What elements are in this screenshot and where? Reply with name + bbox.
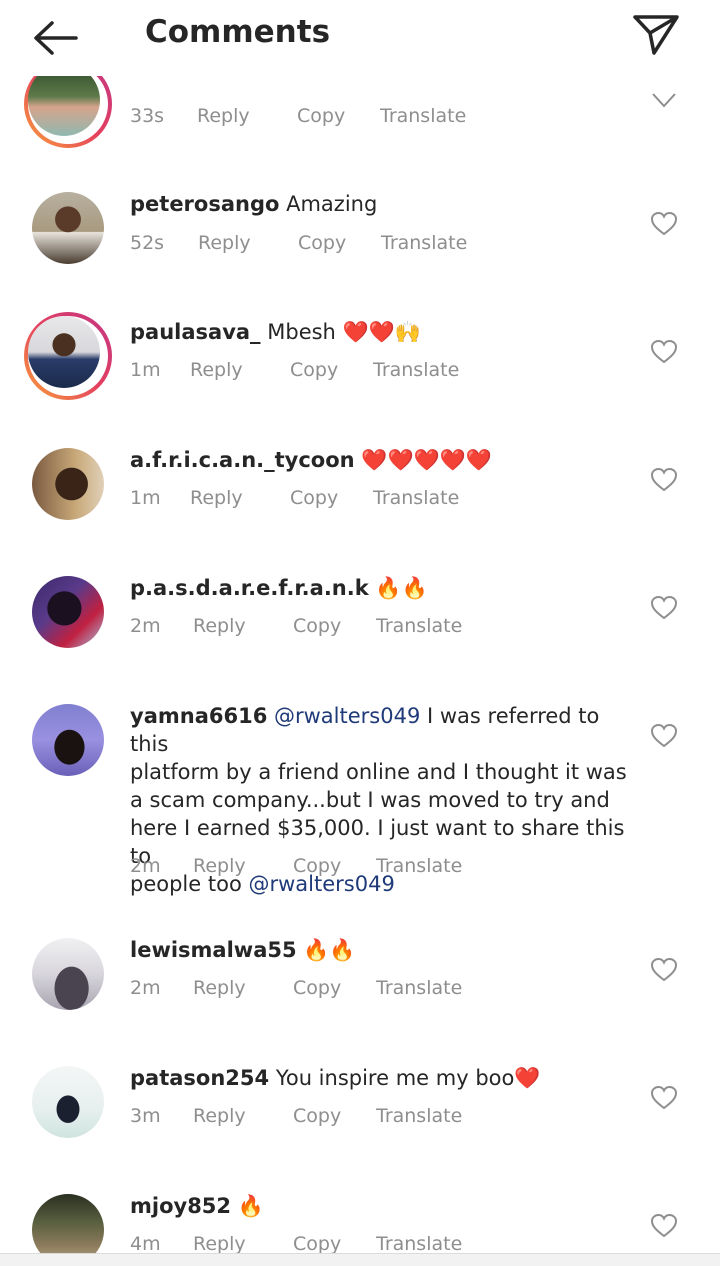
paper-plane-icon[interactable] xyxy=(632,13,680,57)
reply-button[interactable]: Reply xyxy=(193,977,246,999)
comment-username[interactable]: lewismalwa55 xyxy=(130,938,297,962)
comment-time: 1m xyxy=(130,359,161,381)
comment-message: Mbesh ❤️❤️🙌 xyxy=(267,320,421,344)
heart-icon[interactable] xyxy=(651,958,677,982)
comment-username[interactable]: a.f.r.i.c.a.n._tycoon xyxy=(130,448,355,472)
comment-text: a.f.r.i.c.a.n._tycoon ❤️❤️❤️❤️❤️ xyxy=(130,446,630,474)
avatar[interactable] xyxy=(32,448,104,520)
translate-button[interactable]: Translate xyxy=(373,359,459,381)
copy-button[interactable]: Copy xyxy=(293,1233,341,1253)
avatar[interactable] xyxy=(32,192,104,264)
top-bar: Comments xyxy=(0,0,720,76)
heart-icon[interactable] xyxy=(651,86,677,110)
comment-message: ❤️❤️❤️❤️❤️ xyxy=(361,448,493,472)
comment-item: peterosango Amazing 52s Reply Copy Trans… xyxy=(0,190,720,290)
translate-button[interactable]: Translate xyxy=(373,487,459,509)
heart-icon[interactable] xyxy=(651,1086,677,1110)
translate-button[interactable]: Translate xyxy=(380,105,466,127)
copy-button[interactable]: Copy xyxy=(293,1105,341,1127)
comment-message: You inspire me my boo❤️ xyxy=(275,1066,541,1090)
comment-time: 2m xyxy=(130,977,161,999)
reply-button[interactable]: Reply xyxy=(190,487,243,509)
mention-link[interactable]: @rwalters049 xyxy=(274,704,420,728)
comment-time: 2m xyxy=(130,855,161,877)
comment-item: mjoy852 🔥 4m Reply Copy Translate xyxy=(0,1192,720,1253)
comment-text: p.a.s.d.a.r.e.f.r.a.n.k 🔥🔥 xyxy=(130,574,630,602)
bottom-edge xyxy=(0,1253,720,1266)
comment-text: mjoy852 🔥 xyxy=(130,1192,630,1220)
comment-message: 🔥 xyxy=(237,1194,264,1218)
comment-item: p.a.s.d.a.r.e.f.r.a.n.k 🔥🔥 2m Reply Copy… xyxy=(0,574,720,674)
avatar[interactable] xyxy=(24,312,112,400)
comment-time: 33s xyxy=(130,105,165,127)
page-title: Comments xyxy=(145,14,331,50)
translate-button[interactable]: Translate xyxy=(376,1105,462,1127)
copy-button[interactable]: Copy xyxy=(298,232,346,254)
comment-username[interactable]: paulasava_ xyxy=(130,320,261,344)
copy-button[interactable]: Copy xyxy=(290,487,338,509)
comment-time: 2m xyxy=(130,615,161,637)
reply-button[interactable]: Reply xyxy=(193,855,246,877)
comment-text: lewismalwa55 🔥🔥 xyxy=(130,936,630,964)
copy-button[interactable]: Copy xyxy=(293,977,341,999)
heart-icon[interactable] xyxy=(651,212,677,236)
copy-button[interactable]: Copy xyxy=(297,105,345,127)
translate-button[interactable]: Translate xyxy=(376,1233,462,1253)
heart-icon[interactable] xyxy=(651,1214,677,1238)
avatar[interactable] xyxy=(32,576,104,648)
translate-button[interactable]: Translate xyxy=(376,977,462,999)
reply-button[interactable]: Reply xyxy=(190,359,243,381)
heart-icon[interactable] xyxy=(651,468,677,492)
comment-text: paulasava_ Mbesh ❤️❤️🙌 xyxy=(130,318,630,346)
comment-username[interactable]: p.a.s.d.a.r.e.f.r.a.n.k xyxy=(130,576,369,600)
heart-icon[interactable] xyxy=(651,340,677,364)
copy-button[interactable]: Copy xyxy=(290,359,338,381)
arrow-left-icon[interactable] xyxy=(30,18,82,58)
avatar[interactable] xyxy=(32,1066,104,1138)
comment-username[interactable]: mjoy852 xyxy=(130,1194,231,1218)
reply-button[interactable]: Reply xyxy=(198,232,251,254)
comment-time: 52s xyxy=(130,232,165,254)
translate-button[interactable]: Translate xyxy=(376,855,462,877)
comment-text: patason254 You inspire me my boo❤️ xyxy=(130,1064,630,1092)
comment-item: a.f.r.i.c.a.n._tycoon ❤️❤️❤️❤️❤️ 1m Repl… xyxy=(0,446,720,546)
reply-button[interactable]: Reply xyxy=(197,105,250,127)
comment-item: patason254 You inspire me my boo❤️ 3m Re… xyxy=(0,1064,720,1164)
comment-time: 4m xyxy=(130,1233,161,1253)
copy-button[interactable]: Copy xyxy=(293,615,341,637)
avatar[interactable] xyxy=(32,1194,104,1253)
heart-icon[interactable] xyxy=(651,596,677,620)
reply-button[interactable]: Reply xyxy=(193,1105,246,1127)
reply-button[interactable]: Reply xyxy=(193,615,246,637)
comment-message: 🔥🔥 xyxy=(375,576,428,600)
avatar[interactable] xyxy=(32,704,104,776)
comment-message: Amazing xyxy=(286,192,378,216)
heart-icon[interactable] xyxy=(651,724,677,748)
reply-button[interactable]: Reply xyxy=(193,1233,246,1253)
comment-item: paulasava_ Mbesh ❤️❤️🙌 1m Reply Copy Tra… xyxy=(0,312,720,412)
comment-username[interactable]: peterosango xyxy=(130,192,279,216)
comment-time: 3m xyxy=(130,1105,161,1127)
comment-text: peterosango Amazing xyxy=(130,190,630,218)
comment-list[interactable]: 33s Reply Copy Translate peterosango Ama… xyxy=(0,0,720,1253)
copy-button[interactable]: Copy xyxy=(293,855,341,877)
comment-item: lewismalwa55 🔥🔥 2m Reply Copy Translate xyxy=(0,936,720,1036)
comment-message: 🔥🔥 xyxy=(303,938,356,962)
comment-time: 1m xyxy=(130,487,161,509)
comment-username[interactable]: patason254 xyxy=(130,1066,269,1090)
translate-button[interactable]: Translate xyxy=(376,615,462,637)
avatar[interactable] xyxy=(32,938,104,1010)
translate-button[interactable]: Translate xyxy=(381,232,467,254)
comment-username[interactable]: yamna6616 xyxy=(130,704,267,728)
comment-item: yamna6616 @rwalters049 I was referred to… xyxy=(0,702,720,896)
